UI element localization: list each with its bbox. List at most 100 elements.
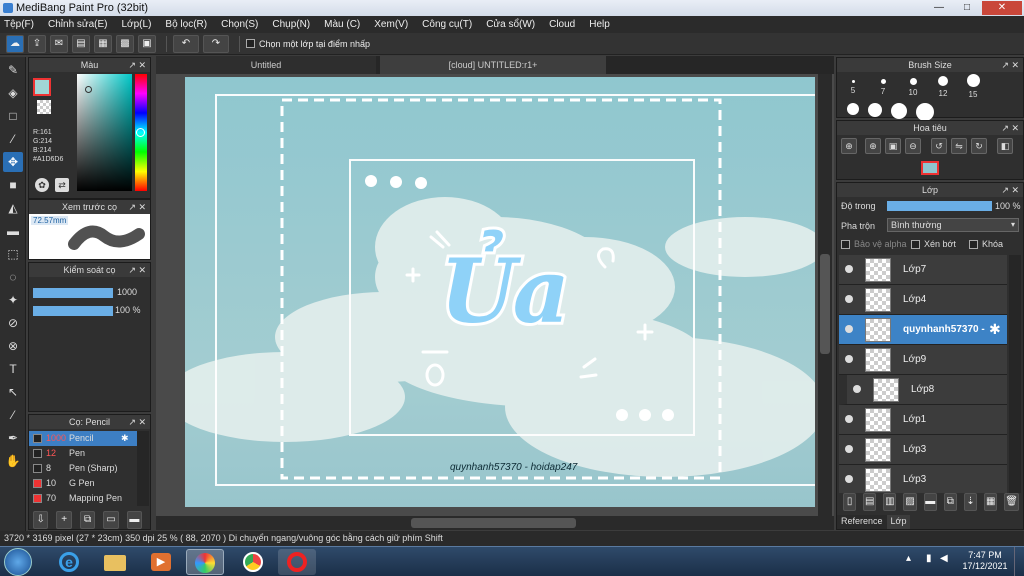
operation-tool-icon[interactable]: ↖ <box>3 382 23 402</box>
menu-tools[interactable]: Công cụ(T) <box>422 19 472 30</box>
show-hidden-icons-icon[interactable]: ▴ <box>906 553 920 567</box>
detach-icon[interactable]: ↗ <box>128 263 136 277</box>
rotate-left-icon[interactable]: ↺ <box>931 138 947 154</box>
brush-size-option[interactable]: 5 <box>839 74 867 95</box>
visibility-eye-icon[interactable] <box>845 445 853 453</box>
delete-brush-icon[interactable]: ▭ <box>103 511 119 529</box>
visibility-eye-icon[interactable] <box>845 475 853 483</box>
select-pen-tool-icon[interactable]: ⊘ <box>3 313 23 333</box>
grid-icon[interactable]: ▩ <box>116 34 134 53</box>
chrome-icon[interactable] <box>234 549 272 575</box>
page-icon[interactable]: ▦ <box>94 34 112 53</box>
brush-size-option[interactable]: 7 <box>869 74 897 96</box>
eraser-tool-icon[interactable]: ◈ <box>3 83 23 103</box>
duplicate-layer-icon[interactable]: ⧉ <box>943 493 957 511</box>
detach-icon[interactable]: ↗ <box>128 200 136 214</box>
text-tool-icon[interactable]: T <box>3 359 23 379</box>
protect-alpha-checkbox[interactable] <box>841 240 850 250</box>
select-tool-icon[interactable]: ⬚ <box>3 244 23 264</box>
layer-properties-icon[interactable]: ▦ <box>984 493 998 511</box>
zoom-in-icon[interactable]: ⊕ <box>841 138 857 154</box>
layer-row[interactable]: Lớp1 <box>839 405 1007 435</box>
settings-gear-icon[interactable]: ✱ <box>989 321 1001 338</box>
hue-slider[interactable] <box>135 74 147 191</box>
layer-row[interactable]: Lớp3 <box>839 465 1007 493</box>
size-dot[interactable] <box>916 103 934 121</box>
menu-view[interactable]: Xem(V) <box>374 19 408 30</box>
menu-file[interactable]: Tệp(F) <box>4 19 34 30</box>
fit-window-icon[interactable]: ▣ <box>885 138 901 154</box>
visibility-eye-icon[interactable] <box>845 355 853 363</box>
dot-tool-icon[interactable]: □ <box>3 106 23 126</box>
show-desktop-button[interactable] <box>1014 547 1024 576</box>
hue-cursor[interactable] <box>136 128 145 137</box>
protect-alpha-option[interactable]: Bảo vệ alpha <box>841 239 907 250</box>
cloud-icon[interactable]: ☁ <box>6 34 24 53</box>
menu-cloud[interactable]: Cloud <box>549 19 575 30</box>
visibility-eye-icon[interactable] <box>845 325 853 333</box>
brush-item[interactable]: 8 Pen (Sharp) <box>29 461 147 476</box>
detach-icon[interactable]: ↗ <box>1001 58 1009 72</box>
brush-item[interactable]: 70 Mapping Pen <box>29 491 147 506</box>
sub-color-swatch[interactable] <box>37 100 51 114</box>
size-dot[interactable] <box>891 103 907 119</box>
zoom-out-icon[interactable]: ⊖ <box>905 138 921 154</box>
undo-button[interactable]: ↶ <box>173 34 199 53</box>
navigator-thumbnail[interactable] <box>921 161 939 175</box>
gradient-tool-icon[interactable]: ▬ <box>3 221 23 241</box>
close-icon[interactable]: ✕ <box>138 200 146 214</box>
duplicate-brush-icon[interactable]: ⧉ <box>79 511 96 529</box>
canvas-area[interactable]: Ủa quynhanh57370 - hoidap247 <box>156 74 834 516</box>
visibility-eye-icon[interactable] <box>845 415 853 423</box>
flip-icon[interactable]: ⇋ <box>951 138 967 154</box>
start-button[interactable] <box>4 548 32 576</box>
brush-opacity-slider[interactable] <box>33 306 113 316</box>
close-icon[interactable]: ✕ <box>1011 121 1019 135</box>
tab-reference[interactable]: Reference <box>837 515 887 529</box>
dropper-tool-icon[interactable]: ⁄ <box>3 405 23 425</box>
opera-icon[interactable] <box>278 549 316 575</box>
close-button[interactable]: ✕ <box>982 1 1022 15</box>
menu-select[interactable]: Chọn(S) <box>221 19 258 30</box>
menu-window[interactable]: Cửa sổ(W) <box>486 19 535 30</box>
detach-icon[interactable]: ↗ <box>1001 121 1009 135</box>
brush-tool-icon[interactable]: ✎ <box>3 60 23 80</box>
canvas-vertical-scrollbar[interactable] <box>818 74 832 516</box>
close-icon[interactable]: ✕ <box>138 415 146 429</box>
lock-option[interactable]: Khóa <box>969 239 1003 250</box>
delete-layer-icon[interactable]: 🗑 <box>1004 493 1019 511</box>
minimize-button[interactable]: — <box>926 1 952 15</box>
brush-size-option[interactable]: 15 <box>959 74 987 99</box>
detach-icon[interactable]: ↗ <box>128 415 136 429</box>
layer-opacity-slider[interactable] <box>887 201 992 211</box>
volume-icon[interactable]: ◀ <box>940 553 954 567</box>
blend-mode-select[interactable]: Bình thường ▾ <box>887 218 1019 232</box>
medibang-taskbar-icon[interactable] <box>186 549 224 575</box>
layout-icon[interactable]: ▣ <box>138 34 156 53</box>
internet-explorer-icon[interactable]: e <box>50 549 88 575</box>
detach-icon[interactable]: ↗ <box>128 58 136 72</box>
main-color-swatch[interactable] <box>33 78 51 96</box>
media-player-icon[interactable]: ▶ <box>142 549 180 575</box>
menu-help[interactable]: Help <box>589 19 610 30</box>
color-swap-icon[interactable]: ⇄ <box>55 178 69 192</box>
new-folder-icon[interactable]: ▬ <box>923 493 937 511</box>
visibility-eye-icon[interactable] <box>845 265 853 273</box>
zoom-in-icon[interactable]: ⊕ <box>865 138 881 154</box>
palette-icon[interactable]: ✿ <box>35 178 49 192</box>
comment-icon[interactable]: ✉ <box>50 34 68 53</box>
layer-row[interactable]: Lớp4 <box>839 285 1007 315</box>
new-image-layer-icon[interactable]: ▨ <box>903 493 917 511</box>
vertical-scroll-thumb[interactable] <box>820 254 830 354</box>
tab-untitled[interactable]: Untitled <box>156 56 376 74</box>
clipping-option[interactable]: Xén bớt <box>911 239 956 250</box>
select-layer-checkbox[interactable] <box>246 39 255 48</box>
visibility-eye-icon[interactable] <box>853 385 861 393</box>
close-icon[interactable]: ✕ <box>1011 58 1019 72</box>
detach-icon[interactable]: ↗ <box>1001 183 1009 197</box>
saturation-value-picker[interactable] <box>77 74 132 191</box>
lasso-tool-icon[interactable]: ◌ <box>3 267 23 287</box>
redo-button[interactable]: ↷ <box>203 34 229 53</box>
line-tool-icon[interactable]: ⁄ <box>3 129 23 149</box>
brush-size-option[interactable]: 10 <box>899 74 927 97</box>
